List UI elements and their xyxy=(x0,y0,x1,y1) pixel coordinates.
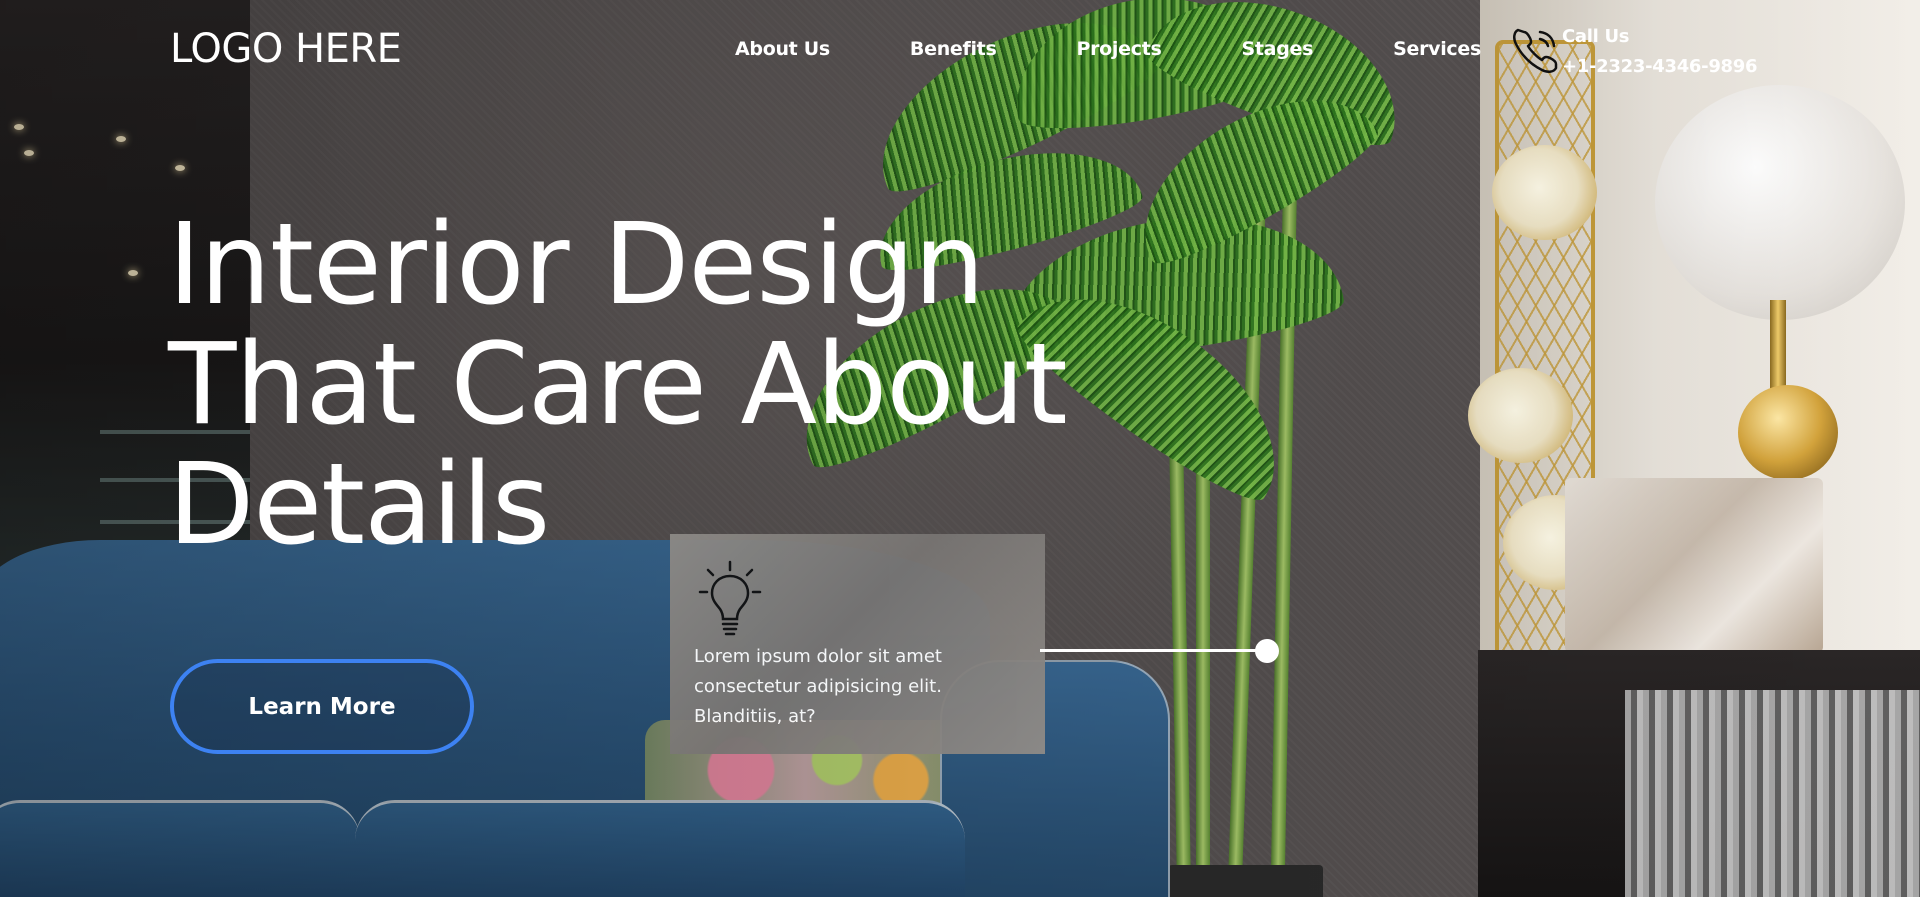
phone-icon xyxy=(1513,28,1558,73)
feature-card-text: Lorem ipsum dolor sit amet consectetur a… xyxy=(694,642,1024,732)
hero-title: Interior Design That Care About Details xyxy=(168,205,1068,565)
feature-card-line-1: Lorem ipsum dolor sit amet xyxy=(694,646,942,667)
learn-more-button[interactable]: Learn More xyxy=(170,659,474,754)
nav-about-us[interactable]: About Us xyxy=(735,38,830,60)
nav-stages[interactable]: Stages xyxy=(1242,38,1314,60)
feature-card-line-2: consectetur adipisicing elit. xyxy=(694,676,942,697)
nav-projects[interactable]: Projects xyxy=(1076,38,1161,60)
pointer-dot[interactable] xyxy=(1255,639,1279,663)
logo[interactable]: LOGO HERE xyxy=(170,26,402,72)
feature-card: Lorem ipsum dolor sit amet consectetur a… xyxy=(670,534,1045,754)
hero-title-line-1: Interior Design xyxy=(168,200,985,330)
phone-number[interactable]: +1-2323-4346-9896 xyxy=(1562,52,1758,82)
call-us-label: Call Us xyxy=(1562,26,1630,47)
pointer-line xyxy=(1040,649,1268,652)
lightbulb-icon xyxy=(698,560,762,636)
nav-benefits[interactable]: Benefits xyxy=(910,38,997,60)
feature-card-line-3: Blanditiis, at? xyxy=(694,706,816,727)
call-us-contact[interactable]: Call Us +1-2323-4346-9896 xyxy=(1510,22,1758,82)
nav-services[interactable]: Services xyxy=(1393,38,1481,60)
main-nav: About Us Benefits Projects Stages Servic… xyxy=(735,38,1561,60)
hero-title-line-2: That Care About xyxy=(168,320,1068,450)
